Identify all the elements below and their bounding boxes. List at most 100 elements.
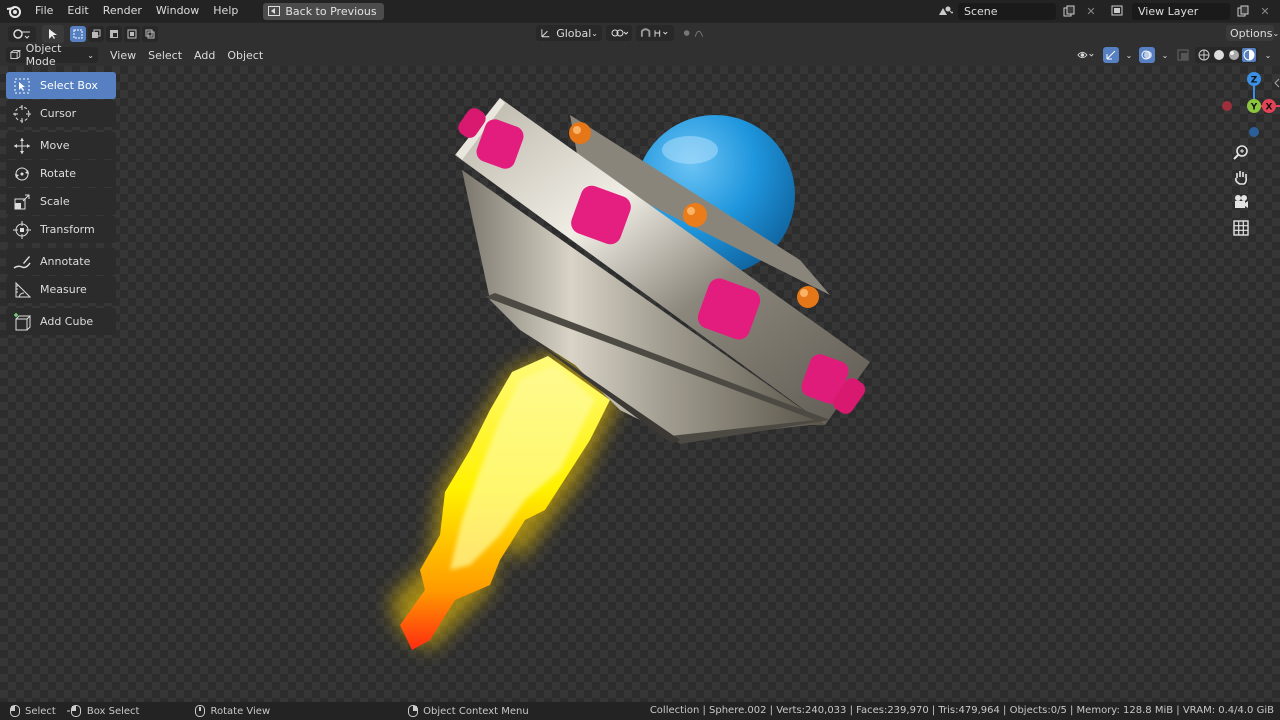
status-rotate-view-label: Rotate View [210, 705, 271, 717]
tool-scale[interactable]: Scale [6, 188, 116, 215]
viewport-menu-object[interactable]: Object [221, 49, 269, 62]
shading-dropdown-icon[interactable]: ⌄ [1262, 47, 1274, 63]
move-icon [12, 136, 32, 156]
pivot-point-icon[interactable] [606, 25, 632, 41]
tool-add-cube[interactable]: Add Cube [6, 308, 116, 335]
transform-orientation-label: Global [556, 26, 592, 40]
view-layer-field[interactable]: View Layer [1132, 2, 1230, 20]
status-select-label: Select [25, 705, 56, 717]
selection-mode-buttons [70, 26, 158, 42]
tool-label: Measure [40, 283, 87, 296]
proportional-editing-icon[interactable] [678, 25, 716, 41]
viewport-menu-add[interactable]: Add [188, 49, 221, 62]
xray-toggle-icon[interactable] [1175, 47, 1191, 63]
tool-label: Annotate [40, 255, 91, 268]
menu-edit[interactable]: Edit [60, 0, 95, 22]
drag-mouse-icon [66, 705, 81, 717]
tool-measure[interactable]: Measure [6, 276, 116, 303]
menu-help[interactable]: Help [206, 0, 245, 22]
top-menu-bar: File Edit Render Window Help Back to Pre… [0, 0, 1280, 22]
back-to-previous-button[interactable]: Back to Previous [263, 2, 384, 20]
select-tool-icon[interactable] [42, 25, 64, 43]
middle-mouse-icon [195, 705, 206, 717]
duplicate-scene-icon[interactable] [1060, 3, 1078, 20]
select-extend-icon[interactable] [88, 26, 104, 42]
menu-file[interactable]: File [28, 0, 60, 22]
select-intersect-icon[interactable] [142, 26, 158, 42]
select-invert-icon[interactable] [124, 26, 140, 42]
neg-z-axis-dot[interactable] [1249, 127, 1259, 137]
tool-label: Cursor [40, 107, 77, 120]
delete-view-layer-icon[interactable]: ✕ [1256, 3, 1274, 20]
tool-annotate[interactable]: Annotate [6, 248, 116, 275]
menu-render[interactable]: Render [96, 0, 149, 22]
tool-cursor[interactable]: Cursor [6, 100, 116, 127]
viewport-header: Object Mode ⌄ View Select Add Object ⌄ ⌄… [0, 42, 1280, 68]
delete-scene-icon[interactable]: ✕ [1082, 3, 1100, 20]
tool-shelf: Select Box Cursor Move Rotate Scale Tran… [6, 72, 116, 336]
tool-label: Transform [40, 223, 95, 236]
editor-type-icon[interactable] [8, 26, 36, 42]
tool-select-box[interactable]: Select Box [6, 72, 116, 99]
scene-name-value: Scene [964, 4, 998, 18]
grid-view-icon[interactable] [1233, 220, 1249, 236]
pan-hand-icon[interactable] [1233, 169, 1249, 185]
annotate-icon [12, 252, 32, 272]
3d-viewport[interactable] [0, 66, 1280, 702]
solid-shading-icon[interactable] [1212, 48, 1226, 62]
measure-icon [12, 280, 32, 300]
scene-statistics: Collection | Sphere.002 | Verts:240,033 … [649, 705, 1274, 716]
scene-selector-icon[interactable] [936, 3, 954, 20]
duplicate-view-layer-icon[interactable] [1234, 3, 1252, 20]
wireframe-shading-icon[interactable] [1197, 48, 1211, 62]
select-subtract-icon[interactable] [106, 26, 122, 42]
x-axis-label: X [1266, 103, 1273, 113]
scene-name-field[interactable]: Scene [958, 2, 1056, 20]
overlays-dropdown-icon[interactable]: ⌄ [1159, 47, 1171, 63]
dropdown-arrow-icon: ⌄ [591, 28, 598, 38]
tool-move[interactable]: Move [6, 132, 116, 159]
viewport-menu-select[interactable]: Select [142, 49, 188, 62]
status-rotate-view: Rotate View [195, 705, 270, 717]
shading-mode-group [1195, 47, 1258, 63]
y-axis-label: Y [1250, 103, 1258, 113]
tool-label: Move [40, 139, 70, 152]
mode-label: Object Mode [25, 42, 62, 68]
gizmo-dropdown-icon[interactable]: ⌄ [1123, 47, 1135, 63]
viewport-menu-view[interactable]: View [104, 49, 142, 62]
tool-rotate[interactable]: Rotate [6, 160, 116, 187]
overlays-toggle-icon[interactable] [1139, 47, 1155, 63]
select-new-icon[interactable] [70, 26, 86, 42]
select-box-icon [12, 76, 32, 96]
status-select: Select [10, 705, 56, 717]
thruster-flame [390, 350, 620, 650]
collapse-arrow-icon[interactable] [1270, 76, 1280, 90]
neg-x-axis-dot[interactable] [1222, 101, 1232, 111]
left-mouse-icon [10, 705, 20, 717]
ufo-scene [390, 98, 870, 650]
material-shading-icon[interactable] [1227, 48, 1241, 62]
camera-view-icon[interactable] [1233, 194, 1249, 210]
scale-icon [12, 192, 32, 212]
view-layer-icon[interactable] [1110, 3, 1128, 20]
back-to-previous-label: Back to Previous [285, 4, 377, 18]
cursor-icon [12, 104, 32, 124]
zoom-icon[interactable] [1233, 144, 1249, 160]
status-box-select: Box Select [66, 705, 139, 717]
mode-dropdown[interactable]: Object Mode ⌄ [6, 42, 98, 68]
right-mouse-icon [408, 705, 419, 717]
menu-window[interactable]: Window [149, 0, 206, 22]
options-dropdown[interactable]: Options ⌄ [1226, 25, 1279, 41]
visibility-icon[interactable] [1073, 47, 1099, 63]
snap-icon[interactable] [636, 25, 674, 41]
transform-orientation-dropdown[interactable]: Global ⌄ [536, 25, 602, 41]
options-label: Options [1230, 26, 1273, 40]
blender-logo-icon[interactable] [0, 0, 28, 22]
view-layer-value: View Layer [1138, 4, 1199, 18]
options-arrow-icon: ⌄ [1272, 28, 1280, 38]
status-context-menu-label: Object Context Menu [423, 705, 529, 717]
mode-arrow-icon: ⌄ [87, 50, 94, 60]
gizmo-toggle-icon[interactable] [1103, 47, 1119, 63]
rendered-shading-icon[interactable] [1242, 48, 1256, 62]
tool-transform[interactable]: Transform [6, 216, 116, 243]
